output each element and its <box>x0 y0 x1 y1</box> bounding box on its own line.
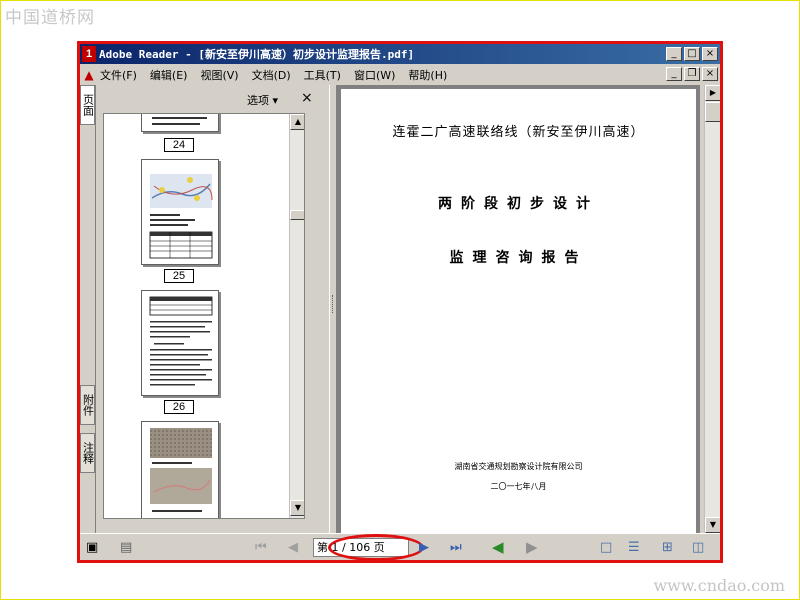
save-icon[interactable]: ▣ <box>86 540 98 555</box>
last-page-icon[interactable]: ⏭ <box>450 540 462 555</box>
splitter-grip-icon <box>332 295 335 313</box>
thumbnail-26-content <box>149 296 213 386</box>
close-panel-icon[interactable]: × <box>301 90 313 106</box>
tab-attachments[interactable]: 附件 <box>80 385 95 425</box>
document-view: 连霍二广高速联络线（新安至伊川高速） 两阶段初步设计 监理咨询报告 湖南省交通规… <box>337 85 700 533</box>
document-page: 连霍二广高速联络线（新安至伊川高速） 两阶段初步设计 监理咨询报告 湖南省交通规… <box>341 89 696 533</box>
window-title: Adobe Reader - [新安至伊川高速）初步设计监理报告.pdf] <box>99 48 415 61</box>
prev-page-icon[interactable]: ◀ <box>288 540 298 555</box>
navigation-tabs: 页面 附件 注释 <box>80 85 96 533</box>
doc-restore-button[interactable]: ❐ <box>684 67 700 81</box>
continuous-facing-icon[interactable]: ◫ <box>692 540 704 555</box>
top-watermark: 中国道桥网 <box>5 8 95 28</box>
next-page-icon[interactable]: ▶ <box>419 540 429 555</box>
thumbnail-23-content <box>152 117 207 125</box>
menu-window[interactable]: 窗口(W) <box>354 67 395 83</box>
menu-edit[interactable]: 编辑(E) <box>150 67 188 83</box>
continuous-icon[interactable]: ☰ <box>628 540 640 555</box>
doc-company: 湖南省交通规划勘察设计院有限公司 <box>454 462 583 471</box>
doc-minimize-button[interactable]: _ <box>666 67 682 81</box>
forward-icon[interactable]: ▶ <box>526 538 538 556</box>
panel-splitter[interactable] <box>329 85 337 533</box>
pages-panel-header: 选项 ▾ × <box>97 85 329 113</box>
page-label-25[interactable]: 25 <box>164 269 194 283</box>
doc-title: 两阶段初步设计 <box>438 196 599 212</box>
menu-bar: ▲ 文件(F) 编辑(E) 视图(V) 文档(D) 工具(T) 窗口(W) 帮助… <box>80 65 720 84</box>
menu-help[interactable]: 帮助(H) <box>408 67 447 83</box>
menu-document[interactable]: 文档(D) <box>252 67 291 83</box>
adobe-reader-app-icon: 1 <box>82 46 96 62</box>
page-icon[interactable]: ▤ <box>120 540 132 555</box>
doc-scroll-down-icon[interactable]: ▼ <box>705 517 720 533</box>
menu-tools[interactable]: 工具(T) <box>304 67 341 83</box>
doc-heading-line: 连霍二广高速联络线（新安至伊川高速） <box>392 125 645 140</box>
doc-close-button[interactable]: × <box>702 67 718 81</box>
single-page-icon[interactable]: □ <box>600 540 612 555</box>
page-thumbnail-27[interactable] <box>141 421 219 518</box>
page-label-26[interactable]: 26 <box>164 400 194 414</box>
menu-file[interactable]: 文件(F) <box>100 67 137 83</box>
minimize-button[interactable]: _ <box>666 47 682 61</box>
facing-icon[interactable]: ⊞ <box>662 540 673 555</box>
doc-date: 二〇一七年八月 <box>490 482 547 491</box>
options-menu[interactable]: 选项 ▾ <box>247 92 278 108</box>
close-button[interactable]: × <box>702 47 718 61</box>
page-label-24[interactable]: 24 <box>164 138 194 152</box>
page-thumbnail-23[interactable] <box>141 114 219 132</box>
back-icon[interactable]: ◀ <box>492 538 504 556</box>
thumbnail-list: 24 25 26 ▲ ▼ <box>103 113 305 519</box>
doc-scroll-up-icon[interactable]: ▶ <box>705 85 720 101</box>
maximize-button[interactable]: □ <box>684 47 700 61</box>
status-bar: ▣ ▤ ⏮ ◀ 第 1 / 106 页 ▶ ⏭ ◀ ▶ □ ☰ ⊞ ◫ <box>80 533 720 560</box>
thumbnail-scrollbar[interactable]: ▲ ▼ <box>289 114 304 518</box>
tab-pages[interactable]: 页面 <box>80 85 95 125</box>
page-thumbnail-25[interactable] <box>141 159 219 265</box>
thumbnail-25-content <box>149 174 213 259</box>
bottom-watermark: www.cndao.com <box>653 576 785 595</box>
thumbnail-27-content <box>150 428 212 512</box>
document-scrollbar[interactable]: ▶ ▼ <box>704 85 720 533</box>
doc-subtitle: 监理咨询报告 <box>449 250 588 266</box>
menu-view[interactable]: 视图(V) <box>200 67 238 83</box>
highlight-ellipse <box>328 534 424 560</box>
adobe-reader-window: 1 Adobe Reader - [新安至伊川高速）初步设计监理报告.pdf] … <box>77 41 723 563</box>
scrollbar-thumb[interactable] <box>290 210 304 220</box>
title-bar[interactable]: 1 Adobe Reader - [新安至伊川高速）初步设计监理报告.pdf] … <box>80 44 720 64</box>
pdf-doc-icon[interactable]: ▲ <box>82 68 96 82</box>
first-page-icon[interactable]: ⏮ <box>255 540 267 555</box>
doc-scrollbar-thumb[interactable] <box>705 102 720 122</box>
page-thumbnail-26[interactable] <box>141 290 219 396</box>
scroll-up-icon[interactable]: ▲ <box>290 114 304 130</box>
tab-comments[interactable]: 注释 <box>80 433 95 473</box>
scroll-down-icon[interactable]: ▼ <box>290 500 304 516</box>
pages-panel: 选项 ▾ × 24 25 26 ▲ ▼ <box>97 85 329 533</box>
